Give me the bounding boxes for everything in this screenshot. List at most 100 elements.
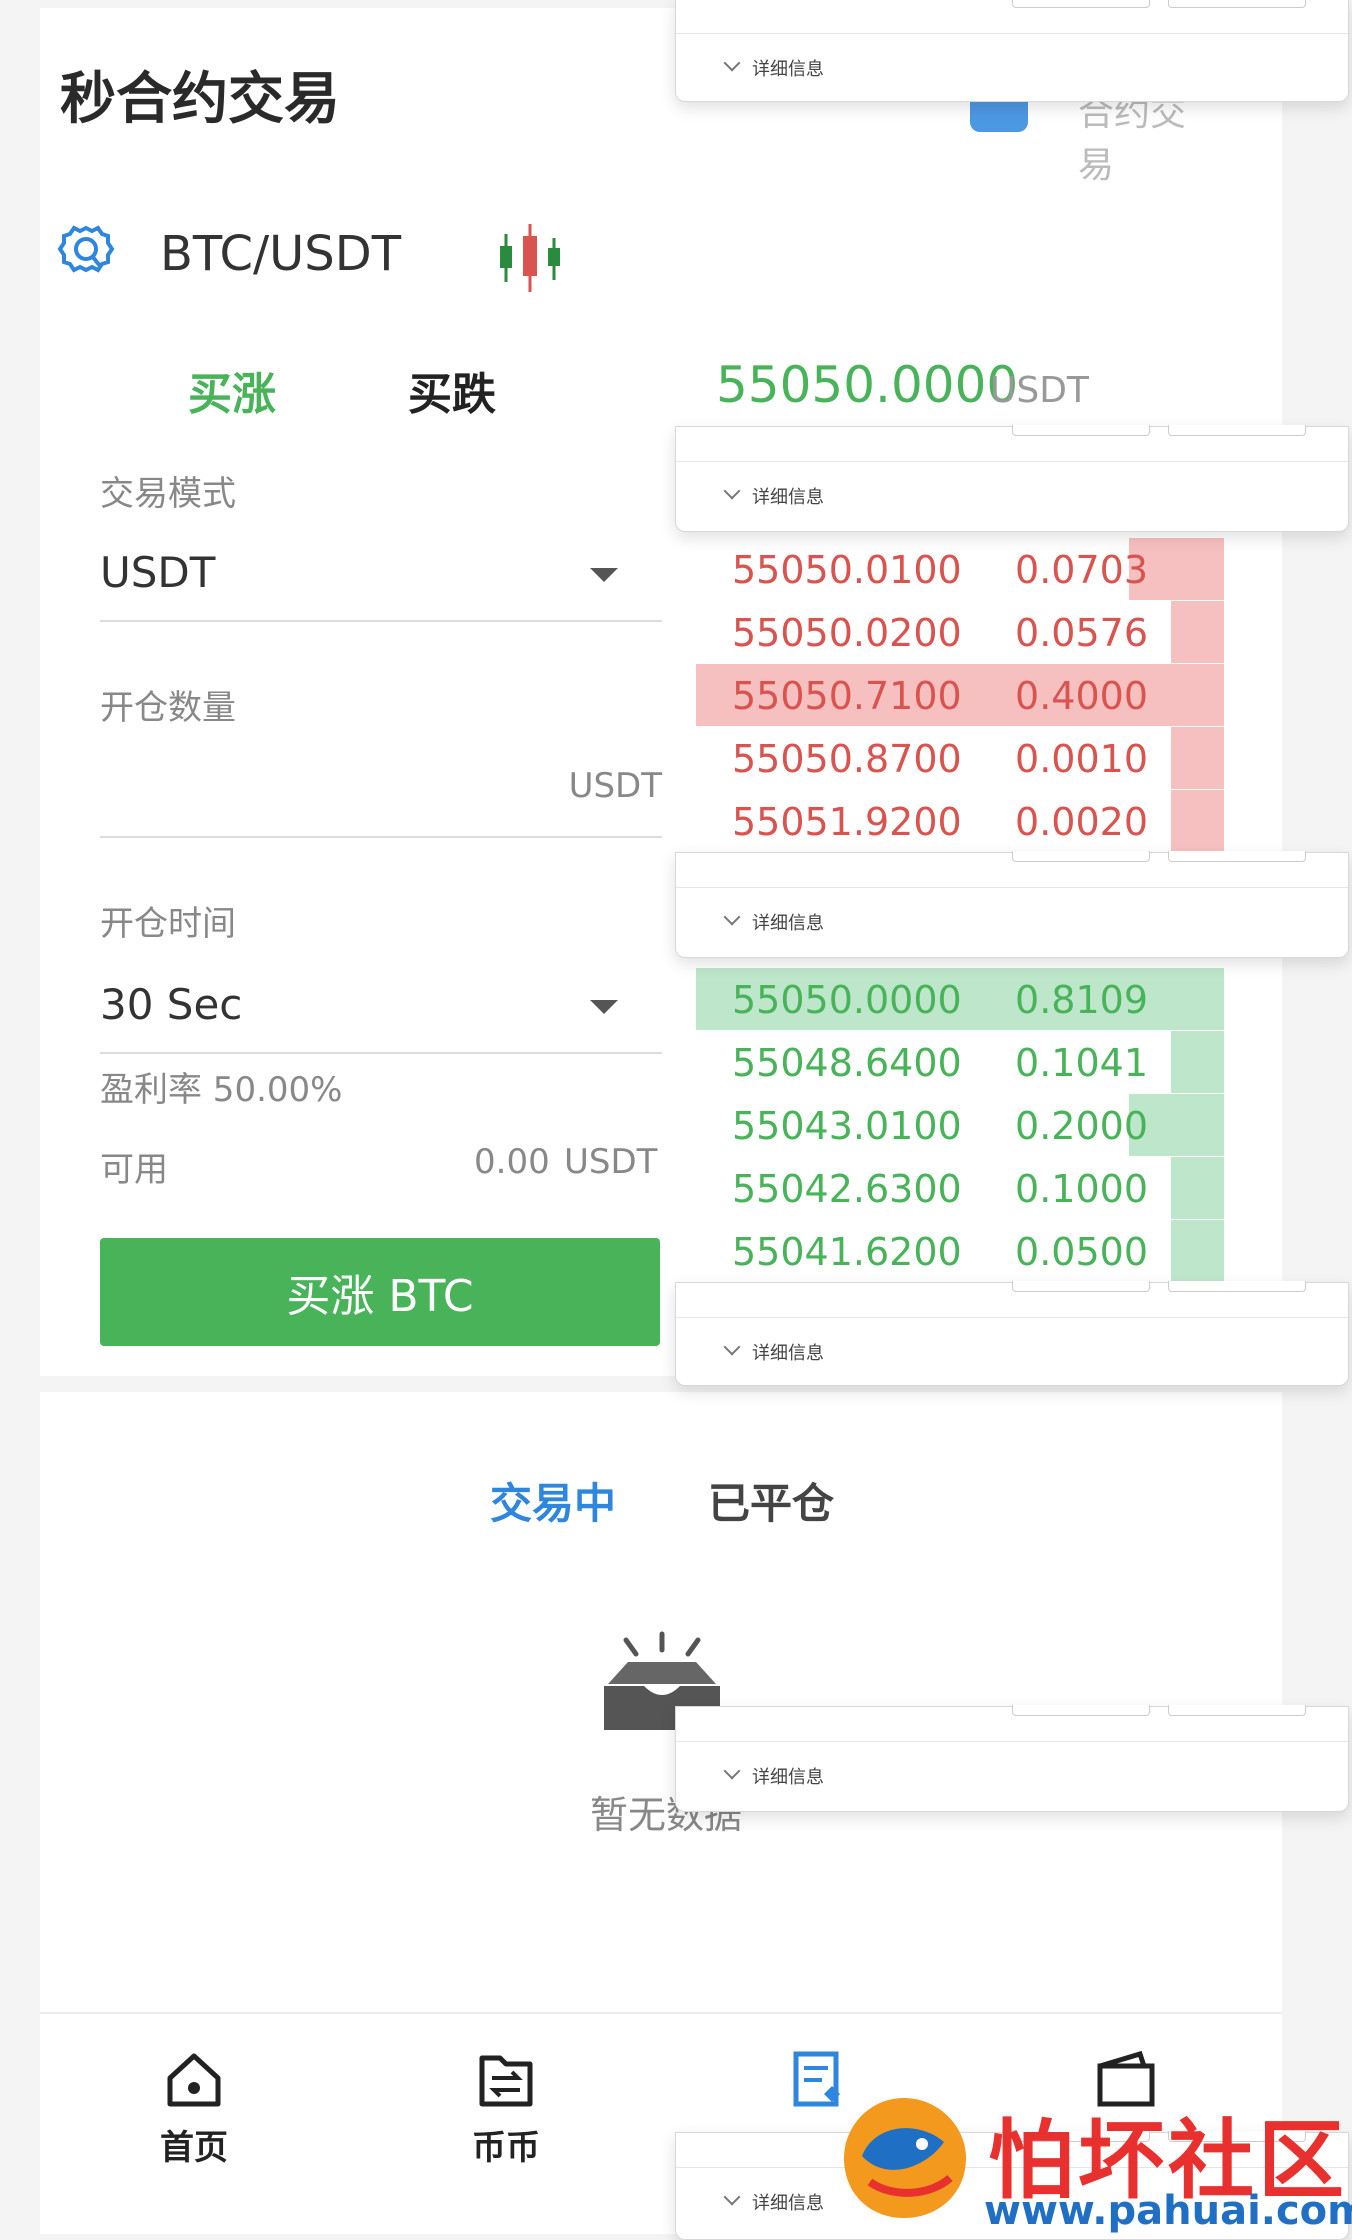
trading-pair[interactable]: BTC/USDT	[160, 226, 401, 282]
popup-button[interactable]	[1168, 0, 1306, 8]
orderbook-qty: 0.4000	[1015, 674, 1148, 718]
amount-label: 开仓数量	[100, 688, 236, 728]
detail-popup: 详细信息	[675, 1705, 1349, 1812]
depth-bar	[1171, 601, 1224, 663]
orderbook-qty: 0.1000	[1015, 1167, 1148, 1211]
depth-bar	[1171, 1031, 1224, 1093]
orderbook-row[interactable]: 55050.8700 0.0010	[696, 727, 1224, 789]
depth-bar	[1171, 1157, 1224, 1219]
current-price: 55050.0000	[716, 356, 1019, 414]
orderbook-price: 55050.0200	[732, 611, 962, 655]
orderbook-price: 55041.6200	[732, 1230, 962, 1274]
details-toggle[interactable]: 详细信息	[752, 55, 824, 81]
orderbook-qty: 0.0010	[1015, 737, 1148, 781]
orderbook-qty: 0.0500	[1015, 1230, 1148, 1274]
tab-buy-up[interactable]: 买涨	[188, 358, 276, 422]
orderbook-price: 55050.8700	[732, 737, 962, 781]
popup-button[interactable]	[1012, 0, 1150, 8]
orderbook-row[interactable]: 55051.9200 0.0020	[696, 790, 1224, 852]
orderbook-price: 55050.0100	[732, 548, 962, 592]
chevron-down-icon	[590, 1000, 618, 1014]
fish-logo-icon	[844, 2098, 966, 2218]
depth-bar	[1171, 727, 1224, 789]
candlestick-icon[interactable]	[494, 220, 570, 296]
divider	[676, 33, 1348, 34]
buy-up-btc-button[interactable]: 买涨 BTC	[100, 1238, 660, 1346]
popup-button[interactable]	[1168, 1705, 1306, 1716]
detail-popup: 详细信息	[675, 1281, 1349, 1386]
details-toggle[interactable]: 详细信息	[752, 2189, 824, 2215]
nav-exchange[interactable]: 币币	[446, 2050, 566, 2169]
mode-label: 交易模式	[100, 474, 236, 514]
mode-value: USDT	[100, 548, 216, 597]
orderbook-row[interactable]: 55050.0100 0.0703	[696, 538, 1224, 600]
divider	[100, 1052, 662, 1054]
orderbook-price: 55043.0100	[732, 1104, 962, 1148]
orderbook-row[interactable]: 55050.0000 0.8109	[696, 968, 1224, 1030]
orderbook-row[interactable]: 55050.0200 0.0576	[696, 601, 1224, 663]
chevron-down-icon	[723, 1338, 741, 1356]
nav-exchange-label: 币币	[472, 2128, 540, 2168]
profit-rate: 盈利率 50.00%	[100, 1070, 343, 1110]
orderbook-row[interactable]: 55048.6400 0.1041	[696, 1031, 1224, 1093]
popup-button[interactable]	[1012, 425, 1150, 436]
time-value: 30 Sec	[100, 980, 243, 1029]
tab-closed[interactable]: 已平仓	[708, 1470, 834, 1531]
divider	[676, 1741, 1348, 1742]
nav-home-label: 首页	[160, 2128, 228, 2168]
popup-button[interactable]	[1168, 1281, 1306, 1292]
detail-popup: 详细信息	[675, 0, 1349, 102]
amount-unit: USDT	[568, 766, 662, 806]
chevron-down-icon	[723, 54, 741, 72]
orderbook-price: 55050.7100	[732, 674, 962, 718]
page-title: 秒合约交易	[60, 67, 340, 132]
details-toggle[interactable]: 详细信息	[752, 483, 824, 509]
depth-bar	[1171, 1220, 1224, 1282]
detail-popup: 详细信息	[675, 425, 1349, 532]
orderbook-price: 55048.6400	[732, 1041, 962, 1085]
popup-button[interactable]	[1012, 1281, 1150, 1292]
tab-trading[interactable]: 交易中	[490, 1470, 616, 1531]
orderbook-row[interactable]: 55043.0100 0.2000	[696, 1094, 1224, 1156]
chevron-down-icon	[723, 1762, 741, 1780]
popup-button[interactable]	[1012, 1705, 1150, 1716]
time-select[interactable]: 30 Sec	[100, 972, 660, 1052]
chevron-down-icon	[723, 482, 741, 500]
available-value: 0.00	[474, 1142, 550, 1182]
orderbook-price: 55051.9200	[732, 800, 962, 844]
orderbook-row[interactable]: 55042.6300 0.1000	[696, 1157, 1224, 1219]
gear-icon[interactable]	[56, 222, 116, 282]
orderbook-row[interactable]: 55041.6200 0.0500	[696, 1220, 1224, 1282]
details-toggle[interactable]: 详细信息	[752, 909, 824, 935]
details-toggle[interactable]: 详细信息	[752, 1763, 824, 1789]
available-label: 可用	[100, 1150, 168, 1190]
orderbook-qty: 0.0576	[1015, 611, 1148, 655]
orderbook-qty: 0.0703	[1015, 548, 1148, 592]
popup-button[interactable]	[1168, 851, 1306, 862]
divider	[100, 620, 662, 622]
orderbook-qty: 0.1041	[1015, 1041, 1148, 1085]
orderbook-price: 55042.6300	[732, 1167, 962, 1211]
chevron-down-icon	[590, 568, 618, 582]
orderbook-qty: 0.0020	[1015, 800, 1148, 844]
mode-select[interactable]: USDT	[100, 540, 660, 620]
nav-home[interactable]: 首页	[134, 2050, 254, 2169]
watermark-url: www.pahuai.com	[984, 2188, 1352, 2234]
home-icon	[167, 2053, 221, 2107]
orderbook-qty: 0.8109	[1015, 978, 1148, 1022]
divider	[100, 836, 662, 838]
watermark: 怕坏社区 www.pahuai.com	[834, 2076, 1352, 2238]
current-price-unit: USDT	[990, 370, 1089, 411]
time-label: 开仓时间	[100, 904, 236, 944]
depth-bar	[1171, 790, 1224, 852]
orderbook-row[interactable]: 55050.7100 0.4000	[696, 664, 1224, 726]
popup-button[interactable]	[1012, 851, 1150, 862]
popup-button[interactable]	[1168, 425, 1306, 436]
divider	[676, 461, 1348, 462]
divider	[676, 1317, 1348, 1318]
details-toggle[interactable]: 详细信息	[752, 1339, 824, 1365]
tab-buy-down[interactable]: 买跌	[408, 358, 496, 422]
amount-input[interactable]: USDT	[100, 756, 662, 836]
chevron-down-icon	[723, 2188, 741, 2206]
exchange-icon	[479, 2055, 533, 2107]
